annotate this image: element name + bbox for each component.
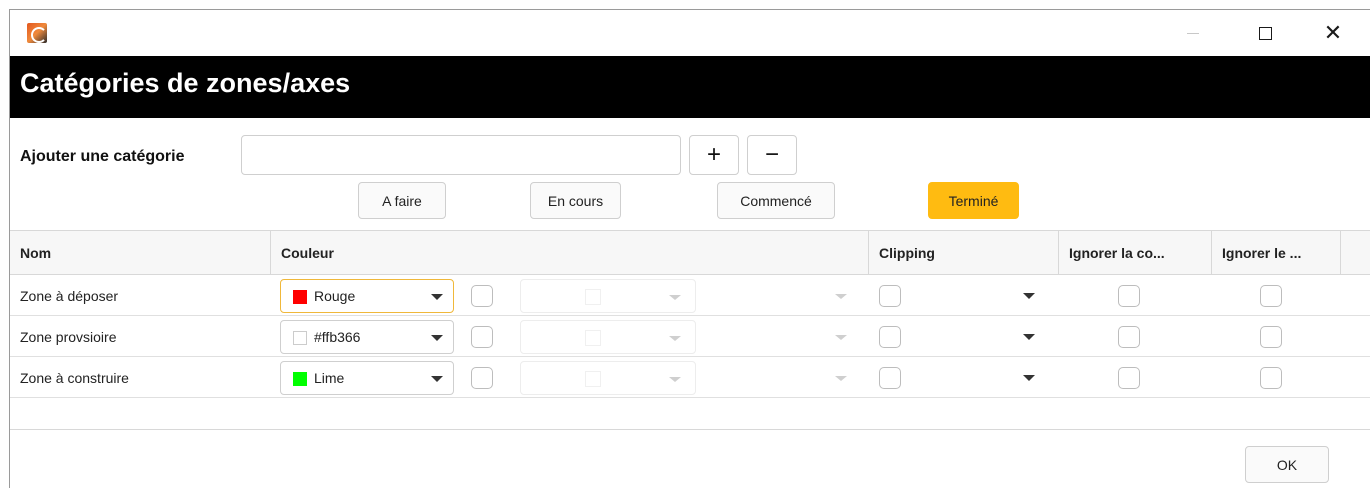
close-icon[interactable]: ✕ (1310, 10, 1356, 56)
ignorer-la-co-checkbox[interactable] (1118, 285, 1140, 307)
ignorer-le-checkbox[interactable] (1260, 326, 1282, 348)
chevron-down-icon (835, 335, 847, 340)
status-termine-button[interactable]: Terminé (928, 182, 1019, 219)
clipping-checkbox[interactable] (879, 326, 901, 348)
page-title: Catégories de zones/axes (20, 68, 351, 98)
clipping-checkbox[interactable] (879, 285, 901, 307)
chevron-down-icon (835, 294, 847, 299)
chevron-down-icon (669, 295, 681, 300)
disabled-combo (520, 361, 696, 395)
minimize-icon[interactable] (1170, 10, 1216, 56)
disabled-combo (520, 320, 696, 354)
clipping-checkbox[interactable] (879, 367, 901, 389)
header-band: Catégories de zones/axes (10, 56, 1370, 118)
status-commence-button[interactable]: Commencé (717, 182, 835, 219)
color-swatch (293, 331, 307, 345)
column-header-filler (1341, 231, 1370, 275)
color-label: Rouge (314, 288, 356, 304)
category-name-cell: Zone à déposer (20, 287, 119, 304)
disabled-swatch (585, 330, 601, 346)
table-row[interactable]: Zone à déposer Rouge (10, 275, 1370, 316)
column-header-clipping[interactable]: Clipping (869, 231, 1059, 275)
disabled-combo (520, 279, 696, 313)
disabled-swatch (585, 371, 601, 387)
table-row[interactable]: Zone à construire Lime (10, 357, 1370, 398)
category-name-cell: Zone provsioire (20, 328, 117, 345)
disabled-swatch (585, 289, 601, 305)
dialog-window: ✕ Catégories de zones/axes Ajouter une c… (9, 9, 1370, 488)
table-row[interactable]: Zone provsioire #ffb366 (10, 316, 1370, 357)
maximize-icon[interactable] (1242, 10, 1288, 56)
remove-category-button[interactable]: − (747, 135, 797, 175)
chevron-down-icon (835, 376, 847, 381)
status-en-cours-button[interactable]: En cours (530, 182, 621, 219)
add-category-button[interactable]: + (689, 135, 739, 175)
chevron-down-icon[interactable] (1023, 375, 1035, 381)
categories-grid: Nom Couleur Clipping Ignorer la co... Ig… (10, 230, 1370, 430)
chevron-down-icon (431, 335, 443, 341)
app-logo-icon (27, 23, 47, 43)
chevron-down-icon (431, 376, 443, 382)
ignorer-la-co-checkbox[interactable] (1118, 367, 1140, 389)
chevron-down-icon (669, 377, 681, 382)
chevron-down-icon[interactable] (1023, 293, 1035, 299)
column-header-ignorer-la-co[interactable]: Ignorer la co... (1059, 231, 1212, 275)
category-name-cell: Zone à construire (20, 369, 129, 386)
color-custom-checkbox[interactable] (471, 367, 493, 389)
category-name-input[interactable] (241, 135, 681, 175)
title-bar: ✕ (10, 10, 1370, 56)
color-combo[interactable]: Rouge (280, 279, 454, 313)
chevron-down-icon (669, 336, 681, 341)
column-header-couleur[interactable]: Couleur (271, 231, 869, 275)
column-header-ignorer-le[interactable]: Ignorer le ... (1212, 231, 1341, 275)
add-category-row: Ajouter une catégorie + − A faire En cou… (10, 118, 1370, 230)
color-custom-checkbox[interactable] (471, 285, 493, 307)
color-label: Lime (314, 370, 345, 386)
ok-button[interactable]: OK (1245, 446, 1329, 483)
status-a-faire-button[interactable]: A faire (358, 182, 446, 219)
chevron-down-icon[interactable] (1023, 334, 1035, 340)
color-swatch (293, 372, 307, 386)
chevron-down-icon (431, 294, 443, 300)
ignorer-le-checkbox[interactable] (1260, 367, 1282, 389)
grid-header: Nom Couleur Clipping Ignorer la co... Ig… (10, 231, 1370, 275)
ignorer-le-checkbox[interactable] (1260, 285, 1282, 307)
add-category-label: Ajouter une catégorie (20, 148, 185, 165)
color-swatch (293, 290, 307, 304)
color-custom-checkbox[interactable] (471, 326, 493, 348)
ignorer-la-co-checkbox[interactable] (1118, 326, 1140, 348)
color-combo[interactable]: Lime (280, 361, 454, 395)
column-header-nom[interactable]: Nom (10, 231, 271, 275)
color-label: #ffb366 (314, 329, 361, 345)
color-combo[interactable]: #ffb366 (280, 320, 454, 354)
